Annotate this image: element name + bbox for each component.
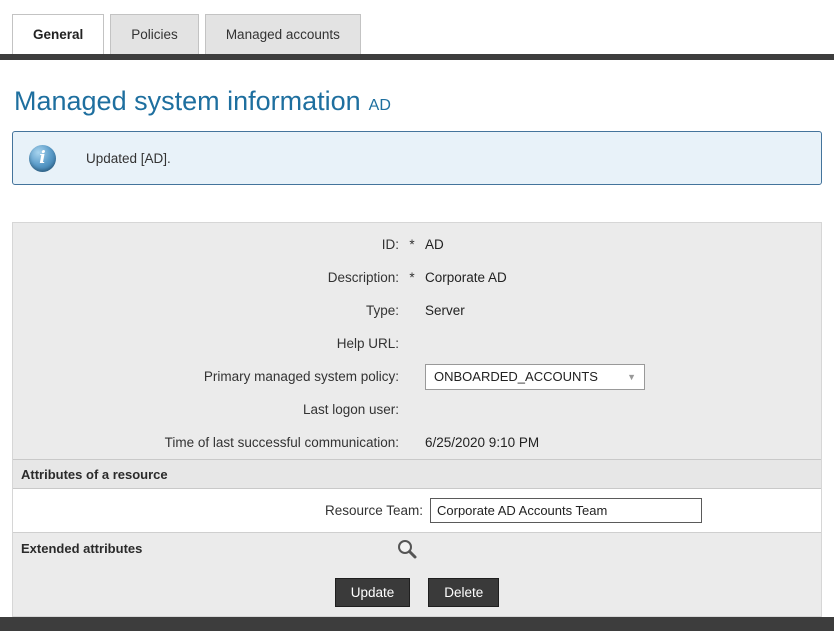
top-divider-bar bbox=[0, 54, 834, 60]
attributes-section-header: Attributes of a resource bbox=[13, 459, 821, 489]
page-title-text: Managed system information bbox=[14, 86, 361, 116]
attributes-section-title: Attributes of a resource bbox=[21, 467, 168, 482]
tab-policies[interactable]: Policies bbox=[110, 14, 199, 54]
bottom-divider-bar bbox=[0, 617, 834, 631]
page-title-suffix: AD bbox=[369, 97, 391, 114]
field-value-last-communication: 6/25/2020 9:10 PM bbox=[425, 435, 821, 450]
notification-message: Updated [AD]. bbox=[86, 151, 171, 166]
form-row-id: ID: * AD bbox=[13, 228, 821, 261]
field-label-resource-team: Resource Team: bbox=[13, 503, 423, 518]
form-row-last-logon: Last logon user: bbox=[13, 393, 821, 426]
delete-button[interactable]: Delete bbox=[428, 578, 499, 607]
field-label-type: Type: bbox=[13, 303, 399, 318]
field-label-help-url: Help URL: bbox=[13, 336, 399, 351]
form-row-last-communication: Time of last successful communication: 6… bbox=[13, 426, 821, 459]
chevron-down-icon: ▼ bbox=[627, 372, 636, 382]
field-label-primary-policy: Primary managed system policy: bbox=[13, 369, 399, 384]
managed-system-page: General Policies Managed accounts Manage… bbox=[0, 0, 834, 631]
required-marker: * bbox=[399, 270, 425, 285]
search-icon[interactable] bbox=[396, 538, 418, 560]
field-value-primary-policy: ONBOARDED_ACCOUNTS ▼ bbox=[425, 364, 821, 390]
tab-bar: General Policies Managed accounts bbox=[12, 14, 361, 54]
extended-attributes-row: Extended attributes bbox=[13, 532, 821, 564]
system-info-form: ID: * AD Description: * Corporate AD Typ… bbox=[12, 222, 822, 617]
required-marker: * bbox=[399, 237, 425, 252]
form-row-primary-policy: Primary managed system policy: ONBOARDED… bbox=[13, 360, 821, 393]
resource-team-input[interactable] bbox=[430, 498, 702, 523]
tab-managed-accounts[interactable]: Managed accounts bbox=[205, 14, 361, 54]
field-label-last-logon: Last logon user: bbox=[13, 402, 399, 417]
info-icon: i bbox=[29, 145, 56, 172]
form-row-help-url: Help URL: bbox=[13, 327, 821, 360]
field-label-last-communication: Time of last successful communication: bbox=[13, 435, 399, 450]
field-label-description: Description: bbox=[13, 270, 399, 285]
form-row-description: Description: * Corporate AD bbox=[13, 261, 821, 294]
field-label-id: ID: bbox=[13, 237, 399, 252]
notification-banner: i Updated [AD]. bbox=[12, 131, 822, 185]
extended-attributes-label: Extended attributes bbox=[13, 541, 142, 556]
form-row-resource-team: Resource Team: bbox=[13, 489, 821, 532]
primary-policy-select[interactable]: ONBOARDED_ACCOUNTS ▼ bbox=[425, 364, 645, 390]
field-value-description: Corporate AD bbox=[425, 270, 821, 285]
field-value-type: Server bbox=[425, 303, 821, 318]
page-title: Managed system information AD bbox=[14, 86, 391, 117]
primary-policy-selected-value: ONBOARDED_ACCOUNTS bbox=[434, 369, 598, 384]
field-value-id: AD bbox=[425, 237, 821, 252]
form-row-type: Type: Server bbox=[13, 294, 821, 327]
tab-general[interactable]: General bbox=[12, 14, 104, 54]
update-button[interactable]: Update bbox=[335, 578, 411, 607]
form-actions: Update Delete bbox=[13, 564, 821, 607]
